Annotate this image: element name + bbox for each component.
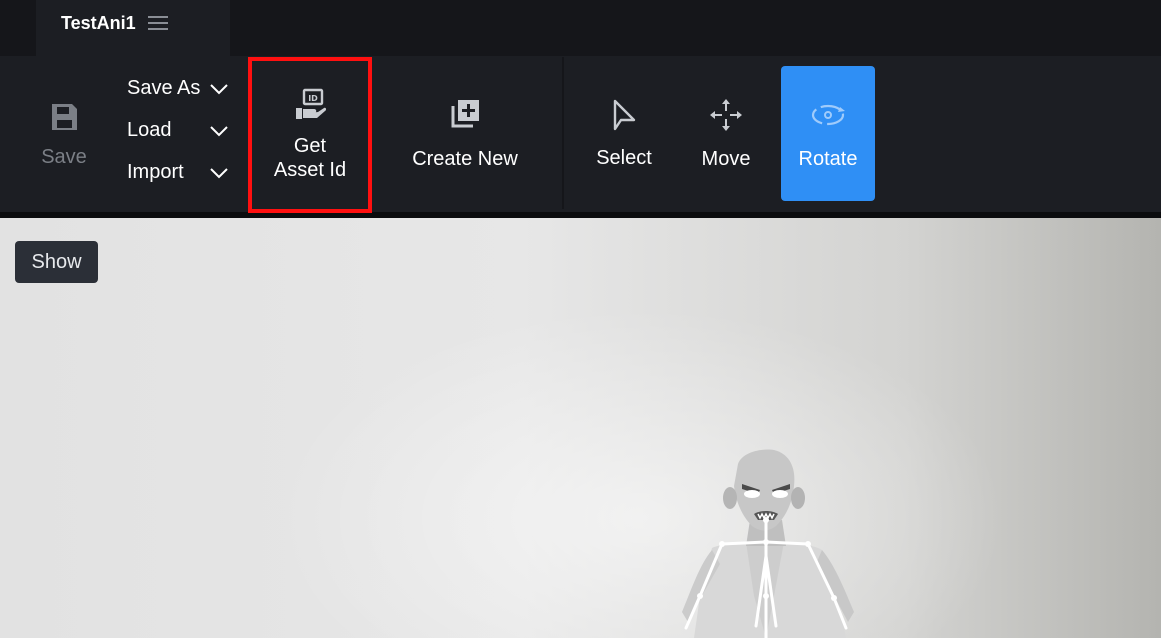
title-bar: TestAni1 xyxy=(0,0,1161,56)
rotate-label: Rotate xyxy=(798,147,858,170)
document-tab[interactable]: TestAni1 xyxy=(36,0,230,56)
svg-text:ID: ID xyxy=(308,94,318,103)
chevron-down-icon xyxy=(210,168,228,179)
load-label: Load xyxy=(127,118,172,141)
get-asset-id-label-line1: Get xyxy=(293,135,327,157)
load-dropdown[interactable]: Load xyxy=(114,113,238,147)
cursor-arrow-icon xyxy=(613,99,636,130)
hamburger-menu-icon[interactable] xyxy=(147,15,168,31)
3d-viewport[interactable] xyxy=(0,218,1161,638)
library-add-icon xyxy=(451,99,479,127)
get-asset-id-label-line2: Asset Id xyxy=(273,159,347,181)
create-new-label: Create New xyxy=(412,147,518,170)
document-name: TestAni1 xyxy=(61,13,136,33)
toolbar-separator xyxy=(562,57,564,209)
chevron-down-icon xyxy=(210,84,228,95)
character-model[interactable] xyxy=(650,446,890,638)
move-label: Move xyxy=(701,147,751,170)
show-button[interactable]: Show xyxy=(15,241,98,283)
select-label: Select xyxy=(596,146,652,169)
move-tool-button[interactable]: Move xyxy=(682,66,770,201)
create-new-button[interactable]: Create New xyxy=(382,66,548,201)
import-dropdown[interactable]: Import xyxy=(114,155,238,189)
rotate-icon xyxy=(811,104,845,125)
chevron-down-icon xyxy=(210,126,228,137)
save-button[interactable]: Save xyxy=(14,70,114,200)
get-asset-id-button[interactable]: ID Get Asset Id xyxy=(248,57,372,213)
rotate-tool-button[interactable]: Rotate xyxy=(781,66,875,201)
floppy-disk-icon xyxy=(52,104,77,130)
save-label: Save xyxy=(41,146,87,168)
id-card-hand-icon: ID xyxy=(296,88,327,119)
move-arrows-icon xyxy=(710,98,742,131)
select-tool-button[interactable]: Select xyxy=(578,66,670,201)
import-label: Import xyxy=(127,160,184,183)
save-as-dropdown[interactable]: Save As xyxy=(114,71,238,105)
save-as-label: Save As xyxy=(127,76,201,99)
